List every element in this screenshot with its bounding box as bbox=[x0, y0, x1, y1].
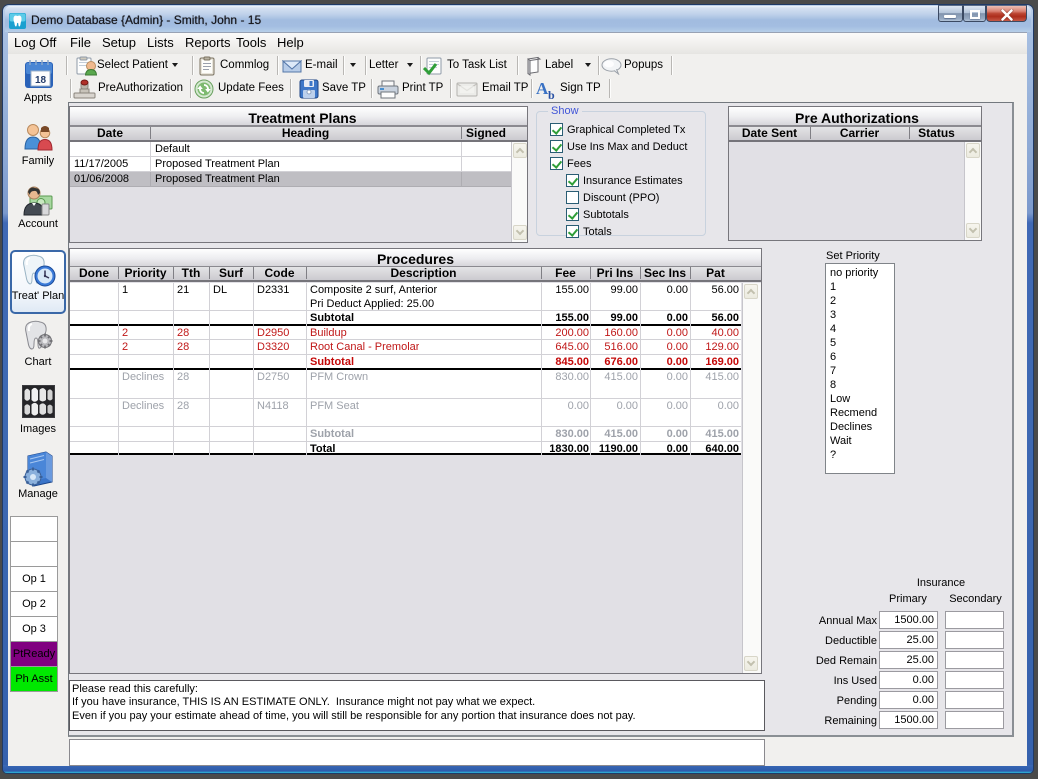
svg-text:18: 18 bbox=[35, 75, 47, 86]
svg-text:b: b bbox=[548, 88, 555, 100]
